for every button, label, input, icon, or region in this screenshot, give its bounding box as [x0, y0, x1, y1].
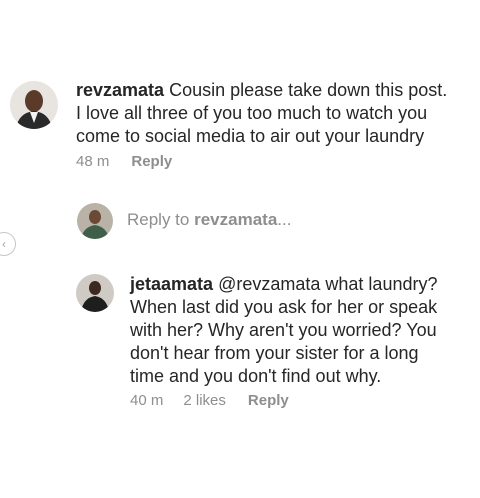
reply-text-line2: When last did you ask for her or speak	[130, 297, 438, 317]
avatar-current-user	[77, 203, 113, 239]
reply-target-username: revzamata	[194, 210, 278, 229]
reply-comment-time: 40 m	[130, 392, 164, 409]
comment-text-line1: Cousin please take down this post.	[169, 80, 448, 100]
mention-link[interactable]: @revzamata	[218, 274, 320, 294]
reply-text-line5: time and you don't find out why.	[130, 366, 382, 386]
comment-time: 48 m	[76, 153, 110, 170]
likes-count[interactable]: 2 likes	[183, 392, 226, 409]
reply-text-line3: with her? Why aren't you worried? You	[130, 320, 437, 340]
comment-username[interactable]: revzamata	[76, 80, 164, 100]
comment-text-line2: I love all three of you too much to watc…	[76, 103, 428, 123]
reply-suffix: ...	[277, 210, 292, 229]
comment-text-line3: come to social media to air out your lau…	[76, 126, 425, 146]
reply-button[interactable]: Reply	[131, 153, 172, 170]
reply-text-line4: don't hear from your sister for a long	[130, 343, 419, 363]
reply-comment-meta: 40 m 2 likes Reply	[130, 392, 289, 409]
avatar-revzamata[interactable]	[10, 81, 58, 129]
reply-input[interactable]: Reply to revzamata...	[127, 210, 291, 230]
reply-comment-username[interactable]: jetaamata	[130, 274, 213, 294]
reply-comment-reply-button[interactable]: Reply	[248, 392, 289, 409]
reply-text-line1: what laundry?	[325, 274, 438, 294]
chevron-left-icon[interactable]: ‹	[0, 232, 16, 256]
avatar-jetaamata[interactable]	[76, 274, 114, 312]
comment-body-revzamata: revzamata Cousin please take down this p…	[76, 79, 472, 148]
comment-body-jetaamata: jetaamata @revzamata what laundry? When …	[130, 273, 475, 388]
comment-meta-revzamata: 48 m Reply	[76, 153, 172, 170]
reply-prefix: Reply to	[127, 210, 190, 229]
